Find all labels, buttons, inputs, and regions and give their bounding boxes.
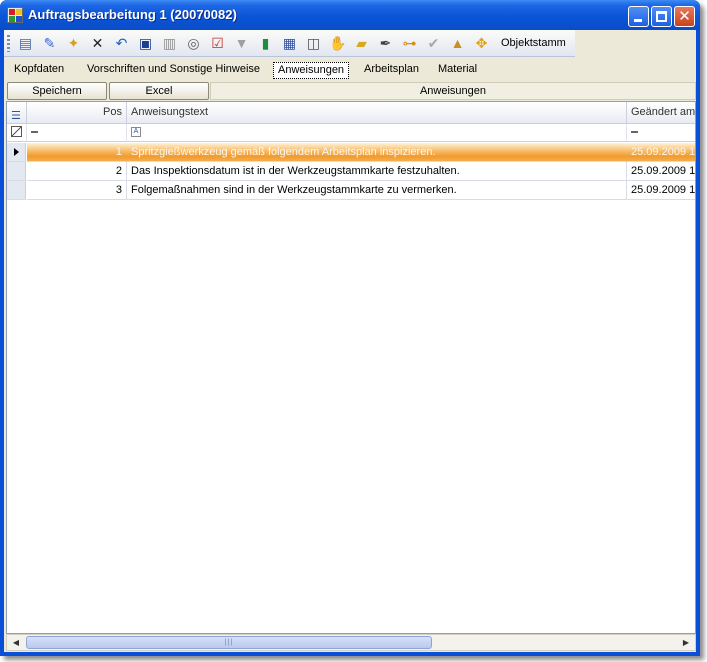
minimize-icon: [634, 19, 642, 22]
close-icon: ✕: [678, 8, 691, 25]
pin-icon[interactable]: ✒: [377, 35, 394, 52]
attachment-icon[interactable]: ◫: [305, 35, 322, 52]
column-chooser-icon: ☰: [11, 110, 21, 122]
maximize-button[interactable]: [651, 6, 672, 27]
row-selector[interactable]: [7, 181, 26, 200]
navigate-icon[interactable]: ✥: [473, 35, 490, 52]
save-icon[interactable]: ▣: [137, 35, 154, 52]
undo-icon[interactable]: ↶: [113, 35, 130, 52]
filter-icon[interactable]: ▼: [233, 35, 250, 52]
filter-clear-icon: [11, 126, 22, 137]
filter-date[interactable]: [627, 124, 695, 142]
lock-icon[interactable]: ▲: [449, 35, 466, 52]
horizontal-scrollbar[interactable]: ◀ ||| ▶: [6, 634, 696, 651]
table-cell-text[interactable]: Folgemaßnahmen sind in der Werkzeugstamm…: [127, 181, 627, 200]
title-bar[interactable]: Auftragsbearbeitung 1 (20070082) ✕: [0, 0, 700, 30]
filter-text-operator-icon[interactable]: A: [131, 127, 141, 138]
properties-icon[interactable]: ▤: [17, 35, 34, 52]
tab-kopfdaten[interactable]: Kopfdaten: [10, 62, 68, 79]
scroll-left-icon[interactable]: ◀: [8, 635, 24, 650]
filter-clear-button[interactable]: [7, 124, 27, 142]
table-cell-date[interactable]: 25.09.2009 18:: [627, 181, 695, 200]
edit-icon[interactable]: ✎: [41, 35, 58, 52]
toolbar-grip[interactable]: [7, 35, 10, 52]
filter-text[interactable]: A: [127, 124, 627, 142]
maximize-icon: [656, 11, 667, 22]
filter-pos[interactable]: [27, 124, 127, 142]
column-header-text[interactable]: Anweisungstext: [127, 102, 627, 124]
tab-strip: Kopfdaten Vorschriften und Sonstige Hinw…: [4, 58, 696, 80]
tab-material[interactable]: Material: [434, 62, 481, 79]
scroll-right-icon[interactable]: ▶: [678, 635, 694, 650]
checklist-icon[interactable]: ☑: [209, 35, 226, 52]
filter-operator-icon[interactable]: [631, 131, 638, 134]
toolbar: ▤ ✎ ✦ ✕ ↶ ▣ ▥ ◎ ☑ ▼ ▮ ▦ ◫ ✋ ▰ ✒ ⊶ ✔ ▲ ✥ …: [4, 30, 575, 57]
close-button[interactable]: ✕: [674, 6, 695, 27]
client-area: ▤ ✎ ✦ ✕ ↶ ▣ ▥ ◎ ☑ ▼ ▮ ▦ ◫ ✋ ▰ ✒ ⊶ ✔ ▲ ✥ …: [4, 30, 696, 652]
table-cell-text[interactable]: Spritzgießwerkzeug gemäß folgendem Arbei…: [127, 143, 627, 162]
save-button[interactable]: Speichern: [7, 82, 107, 100]
tab-anweisungen[interactable]: Anweisungen: [273, 62, 350, 79]
app-icon[interactable]: [7, 7, 23, 23]
link-icon[interactable]: ⊶: [401, 35, 418, 52]
window-title: Auftragsbearbeitung 1 (20070082): [28, 7, 237, 22]
folder-open-icon[interactable]: ▰: [353, 35, 370, 52]
table-cell-pos[interactable]: 3: [27, 181, 127, 200]
book-icon[interactable]: ▮: [257, 35, 274, 52]
filter-operator-icon[interactable]: [31, 131, 38, 134]
section-title: Anweisungen: [210, 82, 696, 100]
row-selector[interactable]: [7, 143, 26, 162]
preview-icon[interactable]: ◎: [185, 35, 202, 52]
print-icon[interactable]: ▥: [161, 35, 178, 52]
current-row-icon: [14, 148, 19, 156]
objektstamm-button[interactable]: Objektstamm: [501, 37, 566, 49]
tab-arbeitsplan[interactable]: Arbeitsplan: [360, 62, 423, 79]
new-icon[interactable]: ✦: [65, 35, 82, 52]
action-bar: Speichern Excel Anweisungen: [4, 80, 696, 101]
table-cell-text[interactable]: Das Inspektionsdatum ist in der Werkzeug…: [127, 162, 627, 181]
table-cell-pos[interactable]: 2: [27, 162, 127, 181]
table-cell-date[interactable]: 25.09.2009 18:: [627, 162, 695, 181]
instructions-grid: ☰ Pos Anweisungstext Geändert am A 1 Spr…: [6, 101, 696, 634]
column-chooser-button[interactable]: ☰: [7, 102, 27, 124]
excel-button[interactable]: Excel: [109, 82, 209, 100]
table-cell-pos[interactable]: 1: [27, 143, 127, 162]
column-header-pos[interactable]: Pos: [27, 102, 127, 124]
app-window: Auftragsbearbeitung 1 (20070082) ✕ ▤ ✎ ✦…: [0, 0, 700, 656]
check-circle-icon[interactable]: ✔: [425, 35, 442, 52]
hand-icon[interactable]: ✋: [329, 35, 346, 52]
delete-icon[interactable]: ✕: [89, 35, 106, 52]
table-icon[interactable]: ▦: [281, 35, 298, 52]
tab-vorschriften[interactable]: Vorschriften und Sonstige Hinweise: [83, 62, 264, 79]
column-header-date[interactable]: Geändert am: [627, 102, 695, 124]
minimize-button[interactable]: [628, 6, 649, 27]
table-cell-date[interactable]: 25.09.2009 18:: [627, 143, 695, 162]
scrollbar-thumb[interactable]: |||: [26, 636, 432, 649]
row-selector[interactable]: [7, 162, 26, 181]
